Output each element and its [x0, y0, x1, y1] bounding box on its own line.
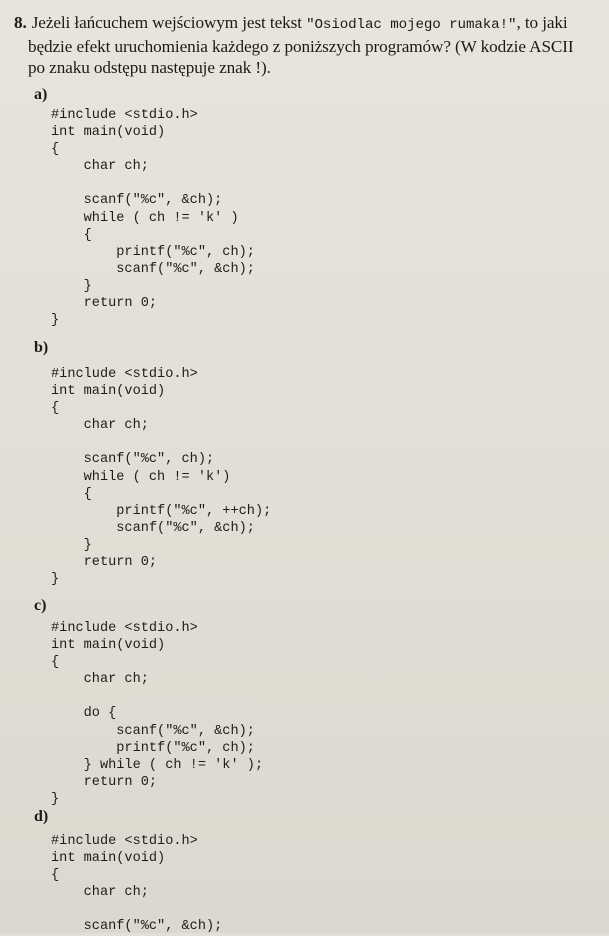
question-text-part: , to jaki	[516, 13, 568, 32]
program-label-c: c)	[34, 597, 47, 614]
input-string: "Osiodlac mojego rumaka!"	[306, 17, 517, 33]
program-label-d: d)	[34, 808, 49, 825]
question-number: 8.	[14, 13, 27, 32]
question-line-1: 8. Jeżeli łańcuchem wejściowym jest tekst…	[14, 12, 599, 36]
program-label-b: b)	[34, 339, 49, 356]
code-block-d: #include <stdio.h> int main(void) { char…	[51, 834, 223, 935]
question-line-2: będzie efekt uruchomienia każdego z poni…	[28, 37, 574, 56]
code-block-a: #include <stdio.h> int main(void) { char…	[51, 108, 255, 329]
question-text-part: Jeżeli łańcuchem wejściowym jest tekst	[31, 13, 302, 32]
book-page: 8. Jeżeli łańcuchem wejściowym jest tekst…	[0, 0, 609, 935]
code-block-c: #include <stdio.h> int main(void) { char…	[51, 621, 264, 807]
question-line-3: po znaku odstępu następuje znak !).	[28, 58, 271, 77]
question-text: 8. Jeżeli łańcuchem wejściowym jest tekst…	[14, 12, 599, 78]
code-block-b: #include <stdio.h> int main(void) { char…	[51, 367, 272, 588]
program-label-a: a)	[34, 86, 48, 103]
